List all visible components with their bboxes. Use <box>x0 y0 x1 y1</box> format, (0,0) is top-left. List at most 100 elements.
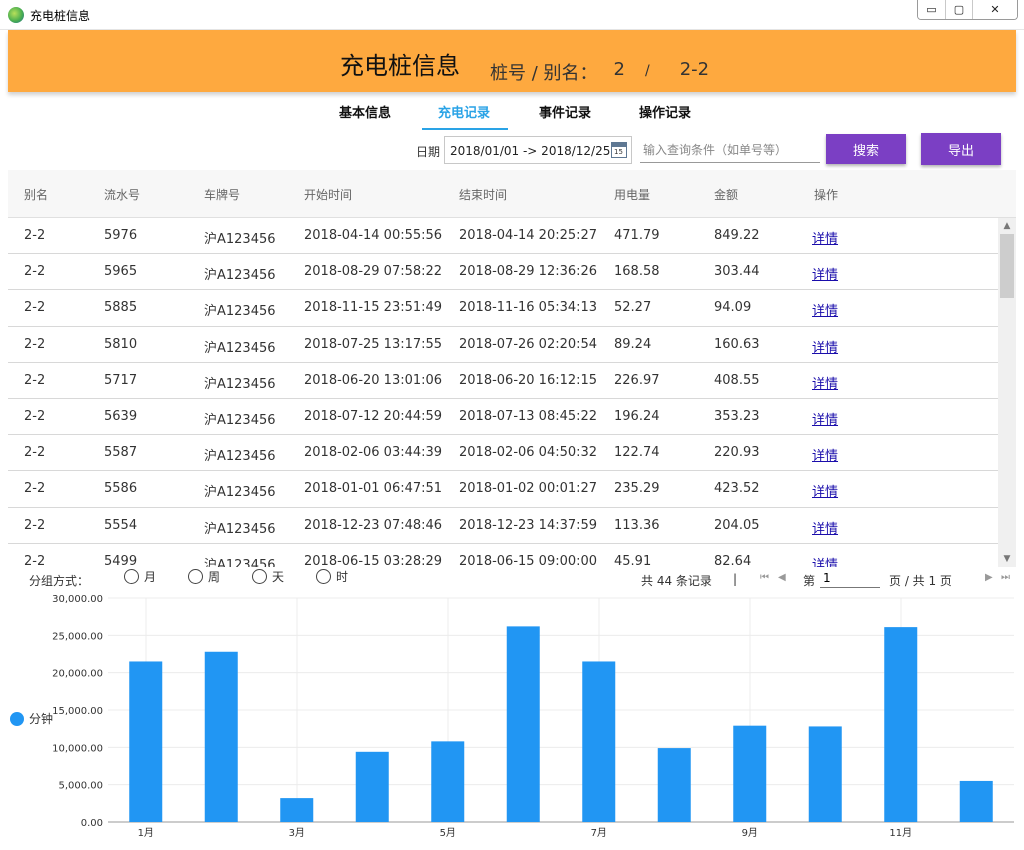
scroll-thumb[interactable] <box>1000 234 1014 298</box>
usage-chart: 分钟 0.00 5,000.00 10,000.00 15,000.00 20,000.… <box>0 590 1024 850</box>
cell-amount: 220.93 <box>714 445 760 461</box>
table-row: 2-2 5554 沪A123456 2018-12-23 07:48:46 2018-1… <box>8 507 998 544</box>
prev-page-icon[interactable]: ◀ <box>778 572 786 583</box>
search-button[interactable]: 搜索 <box>826 134 906 164</box>
details-link[interactable]: 详情 <box>812 228 838 247</box>
cell-plate-no: 沪A123456 <box>204 304 276 320</box>
next-page-icon[interactable]: ▶ <box>985 572 993 583</box>
cell-start-time: 2018-06-20 13:01:06 <box>304 372 443 388</box>
bar-chart: 0.00 5,000.00 10,000.00 15,000.00 20,000.00 2… <box>52 594 1014 839</box>
details-link[interactable]: 详情 <box>812 373 838 392</box>
date-range-picker[interactable]: 2018/01/01 -> 2018/12/25 15 <box>444 136 632 164</box>
details-link[interactable]: 详情 <box>812 445 838 464</box>
cell-plate-no: 沪A123456 <box>204 557 276 567</box>
cell-plate-no: 沪A123456 <box>204 268 276 284</box>
active-tab-indicator <box>422 128 508 130</box>
calendar-day: 15 <box>614 148 623 156</box>
group-option-month[interactable]: 月 <box>124 568 156 585</box>
cell-amount: 303.44 <box>714 264 760 280</box>
bar <box>657 748 691 822</box>
cell-alias: 2-2 <box>24 481 46 497</box>
table-scrollbar[interactable]: ▲ ▼ <box>998 218 1016 567</box>
column-header-start-time: 开始时间 <box>304 188 353 202</box>
x-tick-label: 1月 <box>138 827 154 839</box>
tab-charging-records[interactable]: 充电记录 <box>438 102 490 121</box>
cell-end-time: 2018-01-02 00:01:27 <box>459 481 598 497</box>
x-tick-label: 3月 <box>289 827 305 839</box>
cell-plate-no: 沪A123456 <box>204 376 276 392</box>
group-option-hour[interactable]: 时 <box>316 568 348 585</box>
first-page-icon[interactable]: ⏮ <box>760 572 769 583</box>
table-row: 2-2 5965 沪A123456 2018-08-29 07:58:22 2018-0… <box>8 254 998 291</box>
table-row: 2-2 5976 沪A123456 2018-04-14 00:55:56 2018-0… <box>8 218 998 255</box>
cell-energy: 45.91 <box>614 553 652 567</box>
bar <box>280 798 314 822</box>
details-link[interactable]: 详情 <box>812 300 838 319</box>
cell-energy: 235.29 <box>614 481 660 497</box>
cell-end-time: 2018-08-29 12:36:26 <box>459 264 598 280</box>
cell-start-time: 2018-06-15 03:28:29 <box>304 553 443 567</box>
cell-serial-no: 5717 <box>104 372 138 388</box>
search-bar: 日期 2018/01/01 -> 2018/12/25 15 搜索 导出 <box>0 133 1024 168</box>
details-link[interactable]: 详情 <box>812 518 838 537</box>
table-body: 2-2 5976 沪A123456 2018-04-14 00:55:56 2018-0… <box>8 218 998 567</box>
details-link[interactable]: 详情 <box>812 409 838 428</box>
y-tick-label: 20,000.00 <box>52 669 103 680</box>
cell-plate-no: 沪A123456 <box>204 412 276 428</box>
bar <box>355 751 389 822</box>
table-row: 2-2 5639 沪A123456 2018-07-12 20:44:59 2018-0… <box>8 398 998 436</box>
cell-end-time: 2018-07-13 08:45:22 <box>459 408 598 424</box>
radio-label: 月 <box>144 570 157 584</box>
cell-end-time: 2018-11-16 05:34:13 <box>459 300 598 316</box>
maximize-button[interactable]: ▢ <box>945 0 972 19</box>
cell-amount: 408.55 <box>714 372 760 388</box>
cell-plate-no: 沪A123456 <box>204 449 276 465</box>
date-range-value: 2018/01/01 -> 2018/12/25 <box>450 144 611 158</box>
cell-alias: 2-2 <box>24 408 46 424</box>
radio-circle[interactable] <box>188 569 203 584</box>
details-link[interactable]: 详情 <box>812 264 838 283</box>
column-header-alias: 别名 <box>24 188 49 202</box>
close-button[interactable]: ✕ <box>972 0 1017 19</box>
scroll-down-icon[interactable]: ▼ <box>998 551 1016 567</box>
details-link[interactable]: 详情 <box>812 481 838 500</box>
radio-circle[interactable] <box>124 569 139 584</box>
column-header-plate-no: 车牌号 <box>204 188 241 202</box>
cell-alias: 2-2 <box>24 553 46 567</box>
cell-plate-no: 沪A123456 <box>204 232 276 247</box>
cell-energy: 89.24 <box>614 336 652 352</box>
cell-start-time: 2018-12-23 07:48:46 <box>304 517 443 533</box>
x-tick-label: 9月 <box>742 827 758 839</box>
minimize-button[interactable]: ▭ <box>918 0 945 19</box>
cell-alias: 2-2 <box>24 372 46 388</box>
pile-alias: 2-2 <box>679 59 710 80</box>
export-button[interactable]: 导出 <box>921 133 1001 165</box>
tab-basic-info[interactable]: 基本信息 <box>339 102 391 121</box>
details-link[interactable]: 详情 <box>812 554 838 567</box>
cell-plate-no: 沪A123456 <box>204 485 276 501</box>
total-records: 共 44 条记录 <box>641 574 712 588</box>
page-number-input[interactable] <box>820 568 880 588</box>
query-input[interactable] <box>640 137 820 163</box>
x-tick-label: 11月 <box>889 827 912 839</box>
radio-label: 周 <box>208 570 221 584</box>
radio-circle[interactable] <box>252 569 267 584</box>
cell-energy: 196.24 <box>614 408 660 424</box>
last-page-icon[interactable]: ⏭ <box>1001 572 1010 583</box>
table-header: 别名 流水号 车牌号 开始时间 结束时间 用电量 金额 操作 <box>8 170 1016 218</box>
tab-operation-records[interactable]: 操作记录 <box>639 102 691 121</box>
details-link[interactable]: 详情 <box>812 337 838 356</box>
y-tick-label: 0.00 <box>81 818 103 829</box>
bar <box>204 651 238 822</box>
cell-alias: 2-2 <box>24 228 46 243</box>
scroll-up-icon[interactable]: ▲ <box>998 218 1016 234</box>
cell-start-time: 2018-08-29 07:58:22 <box>304 264 443 280</box>
cell-end-time: 2018-06-20 16:12:15 <box>459 372 598 388</box>
tab-event-records[interactable]: 事件记录 <box>539 102 591 121</box>
group-option-day[interactable]: 天 <box>252 568 284 585</box>
radio-circle[interactable] <box>316 569 331 584</box>
cell-end-time: 2018-12-23 14:37:59 <box>459 517 598 533</box>
group-option-week[interactable]: 周 <box>188 568 220 585</box>
calendar-icon[interactable]: 15 <box>611 142 627 158</box>
table-row: 2-2 5717 沪A123456 2018-06-20 13:01:06 2018-0… <box>8 362 998 399</box>
